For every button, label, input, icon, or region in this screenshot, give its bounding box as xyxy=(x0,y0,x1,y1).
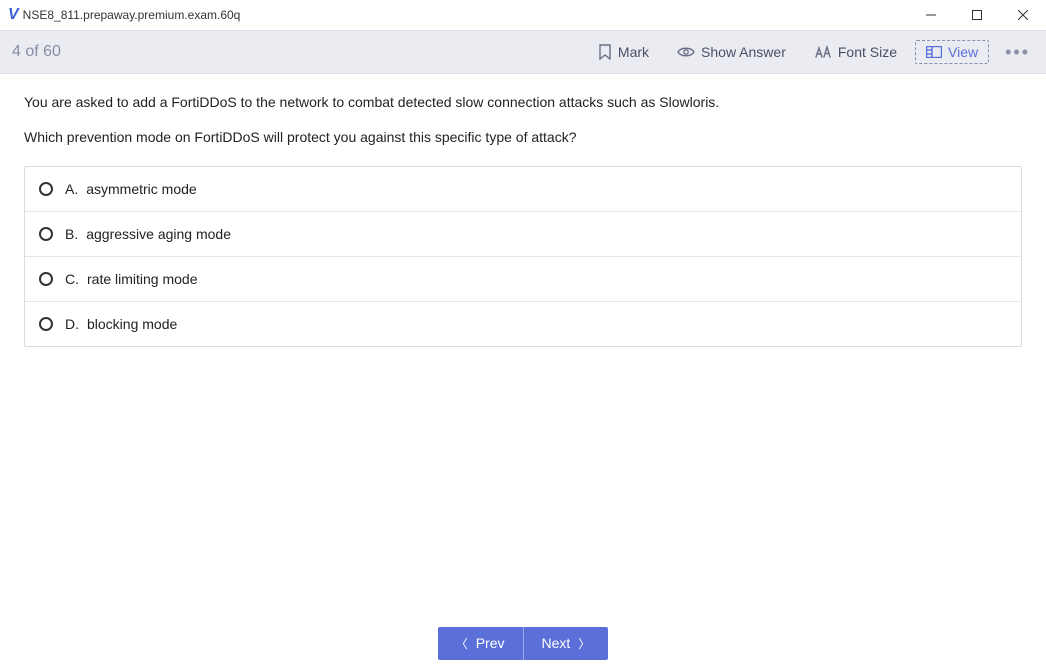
question-progress: 4 of 60 xyxy=(12,43,61,61)
answer-letter: D. xyxy=(65,316,79,332)
close-icon xyxy=(1018,10,1028,20)
next-button[interactable]: Next 〉 xyxy=(524,627,609,660)
prev-button[interactable]: 〈 Prev xyxy=(438,627,524,660)
answer-letter: A. xyxy=(65,181,78,197)
view-label: View xyxy=(948,44,978,60)
chevron-left-icon: 〈 xyxy=(456,635,468,652)
close-button[interactable] xyxy=(1000,0,1046,30)
radio-icon xyxy=(39,317,53,331)
view-layout-icon xyxy=(926,46,942,58)
font-size-label: Font Size xyxy=(838,44,897,60)
answer-letter: B. xyxy=(65,226,78,242)
answer-letter: C. xyxy=(65,271,79,287)
font-size-icon xyxy=(814,45,832,59)
question-area: You are asked to add a FortiDDoS to the … xyxy=(0,74,1046,615)
answer-text: aggressive aging mode xyxy=(86,226,231,242)
answer-text: asymmetric mode xyxy=(86,181,196,197)
answer-option-b[interactable]: B. aggressive aging mode xyxy=(25,212,1021,257)
more-icon: ••• xyxy=(1005,42,1030,62)
titlebar: V NSE8_811.prepaway.premium.exam.60q xyxy=(0,0,1046,30)
answer-text: rate limiting mode xyxy=(87,271,198,287)
window-title: NSE8_811.prepaway.premium.exam.60q xyxy=(23,8,241,22)
view-button[interactable]: View xyxy=(915,40,989,64)
app-window: V NSE8_811.prepaway.premium.exam.60q 4 o… xyxy=(0,0,1046,671)
footer-nav: 〈 Prev Next 〉 xyxy=(0,615,1046,671)
answer-option-c[interactable]: C. rate limiting mode xyxy=(25,257,1021,302)
answer-option-a[interactable]: A. asymmetric mode xyxy=(25,167,1021,212)
minimize-button[interactable] xyxy=(908,0,954,30)
answer-option-d[interactable]: D. blocking mode xyxy=(25,302,1021,346)
mark-label: Mark xyxy=(618,44,649,60)
answers-list: A. asymmetric mode B. aggressive aging m… xyxy=(24,166,1022,347)
app-logo-icon: V xyxy=(8,6,19,24)
show-answer-label: Show Answer xyxy=(701,44,786,60)
radio-icon xyxy=(39,227,53,241)
mark-button[interactable]: Mark xyxy=(588,40,659,64)
toolbar: 4 of 60 Mark Show Answer Font Size View … xyxy=(0,30,1046,74)
chevron-right-icon: 〉 xyxy=(578,635,590,652)
radio-icon xyxy=(39,182,53,196)
maximize-icon xyxy=(972,10,982,20)
question-line-1: You are asked to add a FortiDDoS to the … xyxy=(24,92,1022,113)
radio-icon xyxy=(39,272,53,286)
question-line-2: Which prevention mode on FortiDDoS will … xyxy=(24,127,1022,148)
minimize-icon xyxy=(926,10,936,20)
font-size-button[interactable]: Font Size xyxy=(804,40,907,64)
show-answer-button[interactable]: Show Answer xyxy=(667,40,796,64)
bookmark-icon xyxy=(598,44,612,60)
prev-label: Prev xyxy=(476,635,505,651)
more-button[interactable]: ••• xyxy=(1001,42,1034,63)
next-label: Next xyxy=(542,635,571,651)
answer-text: blocking mode xyxy=(87,316,177,332)
eye-icon xyxy=(677,46,695,58)
maximize-button[interactable] xyxy=(954,0,1000,30)
